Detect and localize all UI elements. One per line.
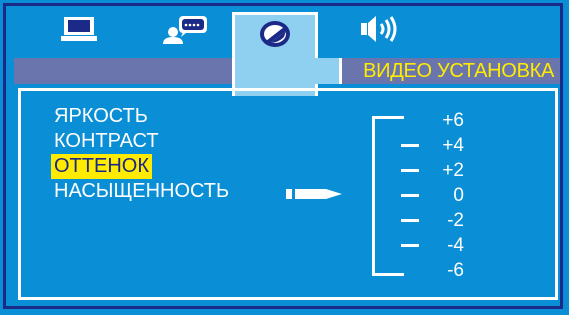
menu-item-brightness[interactable]: ЯРКОСТЬ	[51, 104, 232, 129]
color-disc-icon	[258, 19, 292, 54]
tab-sound[interactable]	[338, 8, 424, 54]
person-chat-icon	[159, 13, 211, 50]
scale-label: -6	[447, 260, 464, 281]
scale-bracket	[372, 116, 404, 276]
settings-menu: ЯРКОСТЬ КОНТРАСТ ОТТЕНОК НАСЫЩЕННОСТЬ	[51, 104, 232, 204]
scale-label: +2	[442, 160, 464, 181]
osd-screen: ВИДЕО УСТАНОВКА ЯРКОСТЬ КОНТРАСТ ОТТЕНОК…	[0, 0, 569, 315]
scale-tick	[401, 144, 419, 147]
scale-tick	[401, 194, 419, 197]
pointer-arrow-icon	[286, 186, 344, 207]
scale-label: -2	[447, 210, 464, 231]
tab-monitor[interactable]	[36, 8, 122, 54]
menu-item-tint[interactable]: ОТТЕНОК	[51, 154, 152, 179]
scale-tick	[401, 219, 419, 222]
page-title: ВИДЕО УСТАНОВКА	[363, 60, 554, 82]
active-tab-connector	[232, 58, 342, 84]
menu-item-contrast[interactable]: КОНТРАСТ	[51, 129, 232, 154]
scale-label: +6	[442, 110, 464, 131]
scale-tick	[401, 169, 419, 172]
scale-tick	[401, 244, 419, 247]
scale-label: +4	[442, 135, 464, 156]
tab-bar	[8, 8, 561, 96]
scale-label: 0	[453, 185, 464, 206]
tab-person[interactable]	[142, 8, 228, 54]
scale-label: -4	[447, 235, 464, 256]
menu-item-saturation[interactable]: НАСЫЩЕННОСТЬ	[51, 179, 232, 204]
monitor-icon	[59, 15, 99, 48]
speaker-icon	[357, 14, 405, 49]
